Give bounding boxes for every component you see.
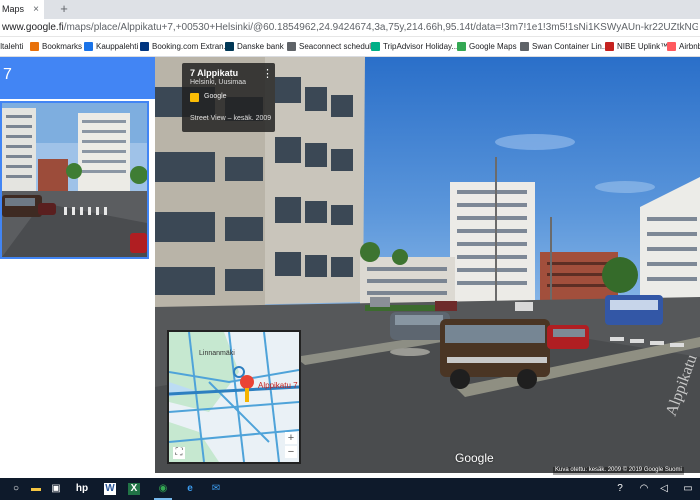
word-icon[interactable]: W: [104, 483, 116, 495]
expand-map-icon[interactable]: ⛶: [173, 447, 185, 459]
zoom-in-icon[interactable]: +: [285, 432, 297, 444]
notification-icon[interactable]: ▭: [680, 481, 696, 497]
edge-icon[interactable]: e: [182, 481, 198, 497]
url-path: /maps/place/Alppikatu+7,+00530+Helsinki/…: [63, 22, 698, 33]
bookmark-favicon-icon: [667, 42, 676, 52]
windows-taskbar: ○ ▬ ▣ hp W X ◉ e ✉ ? ◠ ◁ ▭: [0, 478, 700, 500]
volume-icon[interactable]: ◁: [656, 481, 672, 497]
tab-title: Maps: [2, 4, 25, 14]
bookmark-label: Iltalehti: [0, 42, 24, 51]
bookmark-label: Google Maps: [469, 42, 517, 51]
place-title: 7: [3, 66, 12, 83]
new-tab-button[interactable]: +: [56, 0, 72, 19]
info-card-source[interactable]: Google: [204, 93, 227, 100]
mini-map-area-label: Linnanmäki: [199, 350, 235, 357]
bookmark-item[interactable]: Bookmarks: [30, 37, 82, 56]
bookmark-item[interactable]: Kauppalehti: [84, 37, 138, 56]
bookmark-favicon-icon: [457, 42, 466, 52]
store-icon[interactable]: ▣: [48, 481, 64, 497]
bookmark-label: Airbnb: [679, 42, 700, 51]
bookmark-label: TripAdvisor Holiday...: [383, 42, 459, 51]
url-field[interactable]: www.google.fi/maps/place/Alppikatu+7,+00…: [2, 21, 698, 35]
bookmark-item[interactable]: Airbnb: [667, 37, 700, 56]
bookmark-item[interactable]: Booking.com Extran...: [140, 37, 230, 56]
bookmark-label: NIBE Uplink™: [617, 42, 669, 51]
hp-icon[interactable]: hp: [74, 481, 90, 497]
place-header: 7: [0, 57, 155, 99]
mail-icon[interactable]: ✉: [208, 481, 224, 497]
bookmark-item[interactable]: TripAdvisor Holiday...: [371, 37, 458, 56]
bookmark-item[interactable]: Google Maps: [457, 37, 517, 56]
bookmark-label: Seaconnect schedul...: [299, 42, 378, 51]
bookmark-favicon-icon: [140, 42, 149, 52]
info-card-subtitle: Helsinki, Uusimaa: [190, 79, 247, 86]
bookmark-favicon-icon: [520, 42, 529, 52]
mini-map[interactable]: Linnanmäki Alppikatu 7 ⛶ + −: [167, 330, 301, 464]
bookmark-item[interactable]: NIBE Uplink™: [605, 37, 668, 56]
bookmark-label: Booking.com Extran...: [152, 42, 231, 51]
place-side-panel: 7: [0, 57, 155, 473]
bookmark-label: Danske bank: [237, 42, 284, 51]
browser-tab[interactable]: Maps ×: [0, 0, 44, 19]
google-watermark: Google: [455, 451, 494, 465]
tab-strip: Maps × +: [0, 0, 700, 19]
street-view-thumbnail[interactable]: [0, 101, 149, 259]
bookmark-favicon-icon: [84, 42, 93, 52]
address-bar[interactable]: www.google.fi/maps/place/Alppikatu+7,+00…: [0, 19, 700, 37]
mini-map-place-label: Alppikatu 7: [258, 381, 298, 390]
bookmarks-bar: Iltalehti Bookmarks Kauppalehti Booking.…: [0, 37, 700, 57]
bookmark-label: Bookmarks: [42, 42, 83, 51]
tab-close-icon[interactable]: ×: [30, 0, 42, 19]
info-card-date[interactable]: Street View – kesäk. 2009: [190, 115, 271, 122]
bookmark-label: Swan Container Lin...: [532, 42, 609, 51]
excel-icon[interactable]: X: [128, 483, 140, 495]
bookmark-item[interactable]: Danske bank: [225, 37, 284, 56]
bookmark-item[interactable]: Iltalehti: [0, 37, 23, 56]
bookmark-favicon-icon: [371, 42, 380, 52]
info-card-title: 7 Alppikatu: [190, 68, 239, 78]
network-icon[interactable]: ◠: [636, 481, 652, 497]
bookmark-label: Kauppalehti: [96, 42, 139, 51]
bookmark-favicon-icon: [30, 42, 39, 52]
bookmark-favicon-icon: [287, 42, 296, 52]
google-maps-logo-icon: [190, 93, 199, 102]
bookmark-item[interactable]: Swan Container Lin...: [520, 37, 609, 56]
url-host: www.google.fi: [2, 22, 64, 33]
street-view-info-card: 7 Alppikatu ⋮ Helsinki, Uusimaa Google S…: [182, 63, 275, 132]
more-options-icon[interactable]: ⋮: [262, 67, 273, 80]
chrome-icon[interactable]: ◉: [155, 481, 171, 497]
bookmark-item[interactable]: Seaconnect schedul...: [287, 37, 378, 56]
attribution-text[interactable]: Kuva otettu: kesäk. 2009 © 2019 Google S…: [553, 467, 684, 475]
file-explorer-icon[interactable]: ▬: [28, 481, 44, 497]
zoom-out-icon[interactable]: −: [285, 446, 297, 458]
bookmark-favicon-icon: [225, 42, 234, 52]
bookmark-favicon-icon: [605, 42, 614, 52]
help-icon[interactable]: ?: [612, 481, 628, 497]
search-icon[interactable]: ○: [8, 481, 24, 497]
thumbnail-image: [2, 103, 147, 257]
